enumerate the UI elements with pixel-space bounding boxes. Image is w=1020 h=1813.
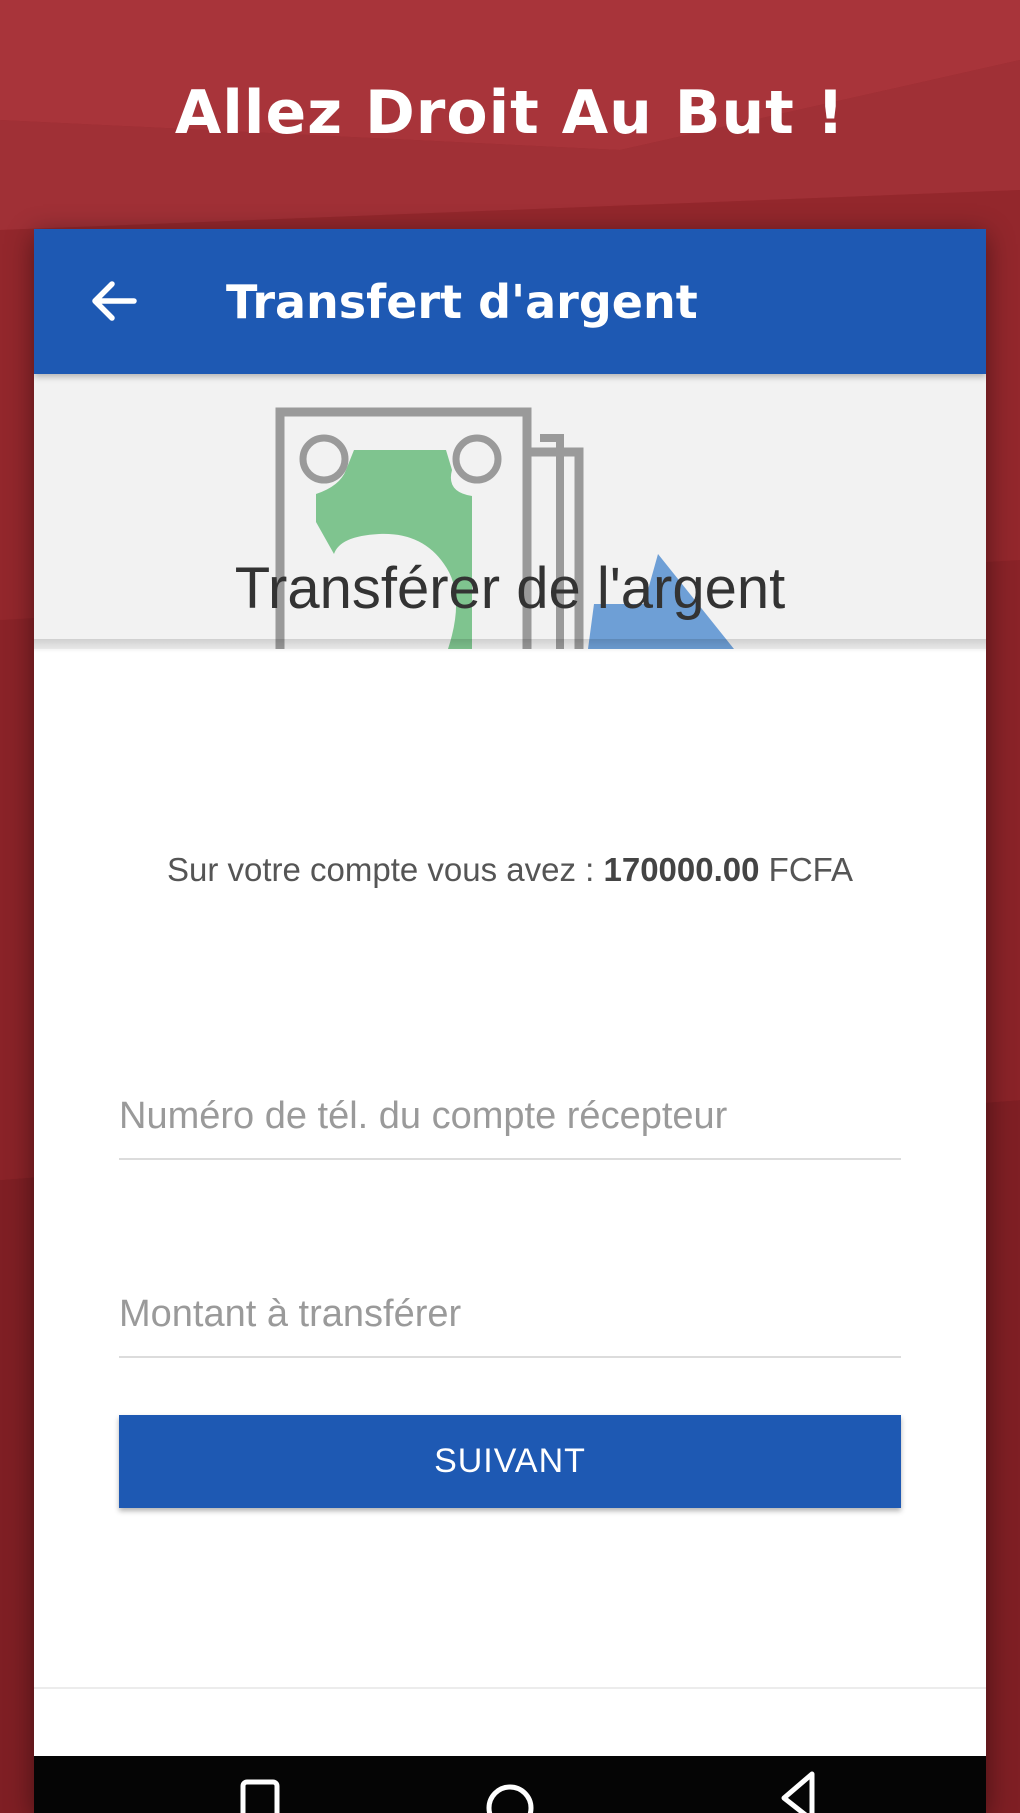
amount-input[interactable] [119,1287,901,1358]
hero-shadow [34,639,986,653]
back-nav-button[interactable] [764,1756,834,1813]
phone-screen: Transfert d'argent Transférer de l'argen… [34,229,986,1813]
bottom-divider [34,1687,986,1689]
balance-currency: FCFA [759,851,854,888]
app-bar: Transfert d'argent [34,229,986,374]
triangle-back-icon [781,1771,815,1813]
balance-prefix: Sur votre compte vous avez : [166,851,604,888]
recents-button[interactable] [225,1756,295,1813]
circle-home-icon [486,1784,534,1813]
arrow-left-icon [92,281,137,321]
system-navigation-bar [34,1756,986,1813]
page-title: Transfert d'argent [226,275,698,329]
back-button[interactable] [86,273,142,329]
next-button[interactable]: SUIVANT [119,1415,901,1508]
recipient-phone-input[interactable] [119,1089,901,1160]
home-button[interactable] [475,1756,545,1813]
balance-amount: 170000.00 [603,851,760,888]
square-recents-icon [240,1779,280,1813]
balance-text: Sur votre compte vous avez : 170000.00 F… [34,851,986,889]
form-title: Transférer de l'argent [234,556,786,621]
tagline: Allez Droit Au But ! [174,78,846,148]
